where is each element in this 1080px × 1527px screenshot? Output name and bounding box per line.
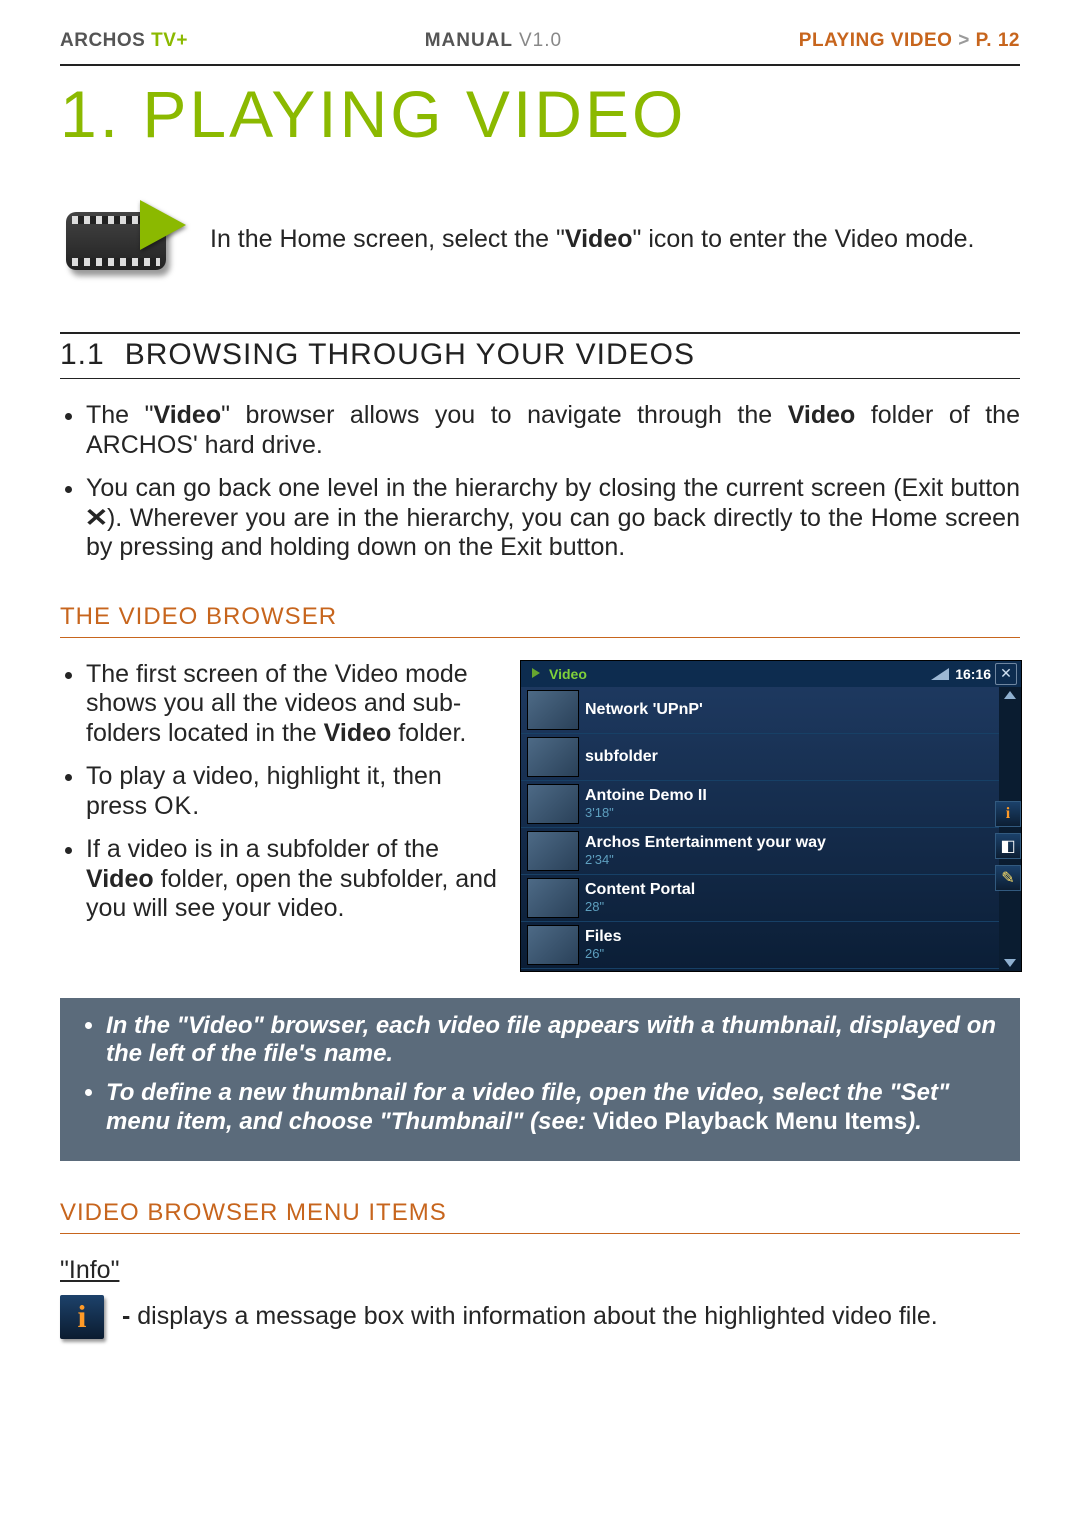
row-name: Antoine Demo II xyxy=(585,787,707,805)
header-rule xyxy=(60,64,1020,66)
browser-row: Archos Entertainment your way2'34" xyxy=(521,828,1021,875)
browser-title: Video xyxy=(525,666,931,682)
tip-box: In the "Video" browser, each video file … xyxy=(60,998,1020,1161)
intro-post: " icon to enter the Video mode. xyxy=(633,225,975,253)
breadcrumb: PLAYING VIDEO > P. 12 xyxy=(799,30,1020,52)
list-item: The "Video" browser allows you to naviga… xyxy=(86,401,1020,460)
row-name: subfolder xyxy=(585,748,658,766)
page-title: 1. PLAYING VIDEO xyxy=(60,76,1020,152)
browser-clock: 16:16 xyxy=(955,666,991,682)
breadcrumb-section: PLAYING VIDEO xyxy=(799,30,953,51)
tip-item: To define a new thumbnail for a video fi… xyxy=(106,1079,1000,1137)
row-duration: 3'18" xyxy=(585,805,707,820)
section-1-1-list: The "Video" browser allows you to naviga… xyxy=(60,401,1020,563)
row-duration: 28" xyxy=(585,899,695,914)
menu-items-heading: VIDEO BROWSER MENU ITEMS xyxy=(60,1199,1020,1234)
list-item: To play a video, highlight it, then pres… xyxy=(86,762,502,821)
list-item: The first screen of the Video mode shows… xyxy=(86,660,502,749)
video-mode-icon xyxy=(60,202,180,277)
intro-text: In the Home screen, select the "Video" i… xyxy=(210,223,974,256)
browser-row: Content Portal28" xyxy=(521,875,1021,922)
info-icon: i xyxy=(60,1295,104,1339)
play-icon xyxy=(532,668,540,678)
intro-bold: Video xyxy=(565,225,633,253)
row-name: Network 'UPnP' xyxy=(585,701,703,719)
row-duration: 26" xyxy=(585,946,621,961)
row-duration: 2'34" xyxy=(585,852,826,867)
list-item: You can go back one level in the hierarc… xyxy=(86,474,1020,563)
brand: ARCHOS TV+ xyxy=(60,30,188,52)
video-browser-list: The first screen of the Video mode shows… xyxy=(60,660,502,924)
section-1-1-heading: 1.1 BROWSING THROUGH YOUR VIDEOS xyxy=(60,332,1020,379)
thumbnail xyxy=(527,878,579,918)
brand-name: ARCHOS xyxy=(60,30,151,51)
thumbnail xyxy=(527,784,579,824)
thumbnail xyxy=(527,690,579,730)
exit-x-glyph: ✕ xyxy=(84,504,108,534)
thumbnail xyxy=(527,831,579,871)
browser-side-icons: i ◧ ✎ xyxy=(995,801,1021,891)
breadcrumb-sep: > xyxy=(952,30,975,51)
browser-row: Files26" xyxy=(521,922,1021,969)
info-item-title: "Info" xyxy=(60,1256,1020,1285)
settings-icon: ✎ xyxy=(995,865,1021,891)
browser-row: Network 'UPnP' xyxy=(521,687,1021,734)
browser-row: subfolder xyxy=(521,734,1021,781)
scroll-down-icon xyxy=(1004,959,1016,967)
manual-version: V1.0 xyxy=(519,30,562,51)
video-browser-heading: THE VIDEO BROWSER xyxy=(60,603,1020,638)
thumbnail xyxy=(527,737,579,777)
page-header: ARCHOS TV+ MANUAL V1.0 PLAYING VIDEO > P… xyxy=(60,30,1020,52)
browser-title-bar: Video 16:16 ✕ xyxy=(521,661,1021,687)
browser-row: Antoine Demo II3'18" xyxy=(521,781,1021,828)
intro-row: In the Home screen, select the "Video" i… xyxy=(60,202,1020,277)
manual-label: MANUAL V1.0 xyxy=(425,30,562,52)
ok-glyph: OK xyxy=(154,792,192,820)
row-name: Archos Entertainment your way xyxy=(585,834,826,852)
scroll-up-icon xyxy=(1004,691,1016,699)
video-browser-screenshot: Video 16:16 ✕ Network 'UPnP' subfolder Ant… xyxy=(520,660,1022,972)
info-icon: i xyxy=(995,801,1021,827)
breadcrumb-page: P. 12 xyxy=(976,30,1020,51)
row-name: Files xyxy=(585,928,621,946)
info-item-row: i - displays a message box with informat… xyxy=(60,1295,1020,1339)
tip-link: Video Playback Menu Items xyxy=(593,1108,907,1135)
brand-suffix: TV+ xyxy=(151,30,188,51)
volume-icon xyxy=(931,668,949,680)
close-icon: ✕ xyxy=(995,663,1017,685)
list-item: If a video is in a subfolder of the Vide… xyxy=(86,835,502,924)
browser-list: Network 'UPnP' subfolder Antoine Demo II3'… xyxy=(521,687,1021,969)
bookmark-icon: ◧ xyxy=(995,833,1021,859)
row-name: Content Portal xyxy=(585,881,695,899)
intro-pre: In the Home screen, select the " xyxy=(210,225,565,253)
thumbnail xyxy=(527,925,579,965)
section-title: BROWSING THROUGH YOUR VIDEOS xyxy=(125,338,695,371)
section-num: 1.1 xyxy=(60,338,105,371)
manual-word: MANUAL xyxy=(425,30,519,51)
info-item-desc: - displays a message box with informatio… xyxy=(122,1302,938,1331)
tip-item: In the "Video" browser, each video file … xyxy=(106,1012,1000,1070)
